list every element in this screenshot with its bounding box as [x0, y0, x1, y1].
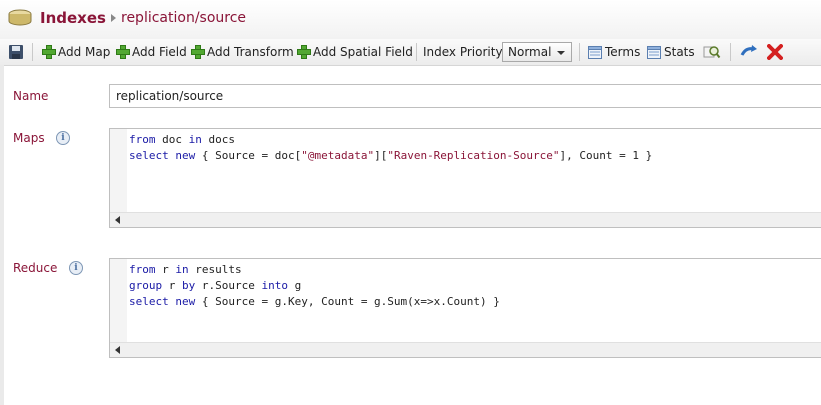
header-bar: Indexes replication/source: [0, 0, 821, 40]
maps-label: Maps: [13, 131, 45, 145]
scroll-left-icon[interactable]: [115, 346, 120, 354]
reduce-label: Reduce: [13, 261, 58, 275]
delete-icon: [767, 44, 783, 60]
add-icon: [191, 45, 205, 59]
add-icon: [42, 45, 56, 59]
add-icon: [116, 45, 130, 59]
index-priority-select[interactable]: Normal: [502, 42, 572, 62]
database-icon: [8, 9, 32, 26]
save-icon: [9, 45, 23, 59]
reset-index-button[interactable]: [740, 39, 758, 65]
add-field-button[interactable]: Add Field: [116, 39, 187, 65]
toolbar: Add Map Add Field Add Transform Add Spat…: [0, 39, 821, 66]
horizontal-scrollbar[interactable]: [110, 342, 821, 357]
add-map-button[interactable]: Add Map: [42, 39, 110, 65]
reset-icon: [740, 45, 757, 56]
info-icon[interactable]: i: [56, 131, 70, 145]
breadcrumb-root[interactable]: Indexes: [40, 9, 106, 27]
add-spatial-field-button[interactable]: Add Spatial Field: [297, 39, 413, 65]
magnifier-icon: [703, 46, 721, 59]
maps-code: from doc in docs select new { Source = d…: [129, 132, 652, 164]
breadcrumb-separator-icon: [111, 14, 116, 22]
code-line: from r in results: [129, 263, 242, 276]
index-priority-label: Index Priority: [423, 45, 503, 59]
code-line: select new { Source = g.Key, Count = g.S…: [129, 295, 500, 308]
code-line: from doc in docs: [129, 133, 235, 146]
terms-button[interactable]: Terms: [588, 39, 640, 65]
delete-index-button[interactable]: [767, 39, 783, 65]
horizontal-scrollbar[interactable]: [110, 212, 821, 227]
save-button[interactable]: [8, 39, 24, 65]
breadcrumb-current: replication/source: [121, 10, 247, 26]
query-button[interactable]: [703, 39, 721, 65]
code-line: select new { Source = doc["@metadata"]["…: [129, 149, 653, 162]
reduce-editor[interactable]: from r in results group r by r.Source in…: [109, 258, 821, 358]
name-label: Name: [13, 89, 49, 103]
left-panel-edge: [0, 65, 4, 405]
index-name-input[interactable]: [109, 84, 821, 108]
scroll-left-icon[interactable]: [115, 216, 120, 224]
add-icon: [297, 45, 311, 59]
code-line: group r by r.Source into g: [129, 279, 302, 292]
stats-icon: [647, 45, 661, 59]
maps-editor[interactable]: from doc in docs select new { Source = d…: [109, 128, 821, 228]
chevron-down-icon: [557, 51, 565, 55]
reduce-code: from r in results group r by r.Source in…: [129, 262, 500, 310]
terms-icon: [588, 45, 602, 59]
editor-gutter: [110, 129, 127, 213]
info-icon[interactable]: i: [69, 261, 83, 275]
editor-gutter: [110, 259, 127, 343]
add-transform-button[interactable]: Add Transform: [191, 39, 294, 65]
stats-button[interactable]: Stats: [647, 39, 695, 65]
